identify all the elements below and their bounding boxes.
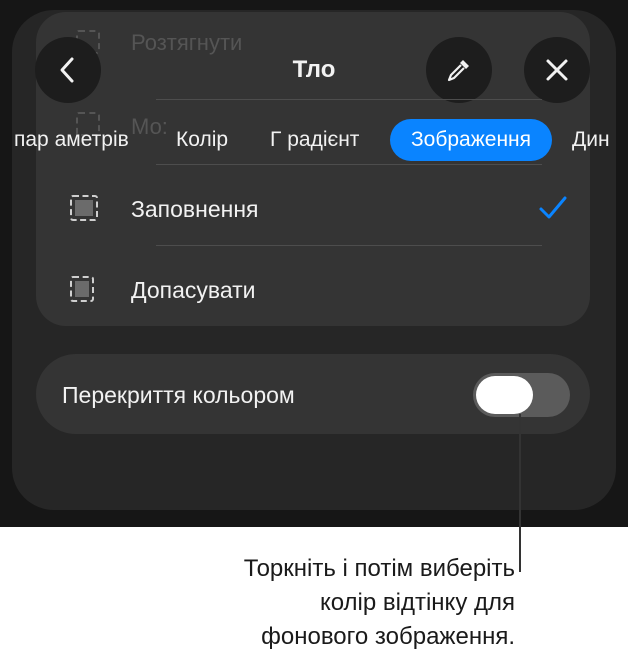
callout-line-2: колір відтінку для [319,589,515,616]
fit-option-icon [70,276,94,302]
ghost-row-stretch: Розтягнути [131,30,243,55]
eyedropper-icon [447,60,469,82]
callout-line-1: Торкніть і потім виберіть [243,555,515,582]
tabs-divider [156,164,542,165]
tab-dynamic[interactable]: Дин [572,128,610,152]
ghost-row-2: Мо: [131,114,168,139]
close-button[interactable] [524,37,590,103]
close-icon [546,59,568,81]
option-fit-label: Допасувати [131,277,256,303]
tab-image[interactable]: Зображення [390,119,552,161]
checkmark-icon [539,196,567,219]
fill-option-icon [70,195,98,221]
callout-line [519,414,521,572]
callout-text: Торкніть і потім виберіть колір відтінку… [244,552,515,654]
background-panel: Розтягнути Мо: Тло пар аметрів Колір Г р… [0,0,628,527]
toggle-knob [476,376,533,414]
tab-no-fill[interactable]: пар аметрів [14,128,129,152]
tab-gradient[interactable]: Г радієнт [270,128,359,152]
color-overlay-label: Перекриття кольором [62,382,295,408]
color-overlay-toggle[interactable] [473,373,570,417]
option-fill-label: Заповнення [131,196,259,222]
header-divider [156,99,542,100]
options-divider [156,245,542,246]
callout-line-3: фонового зображення. [261,623,515,650]
eyedropper-button[interactable] [426,37,492,103]
tab-color[interactable]: Колір [176,128,228,152]
